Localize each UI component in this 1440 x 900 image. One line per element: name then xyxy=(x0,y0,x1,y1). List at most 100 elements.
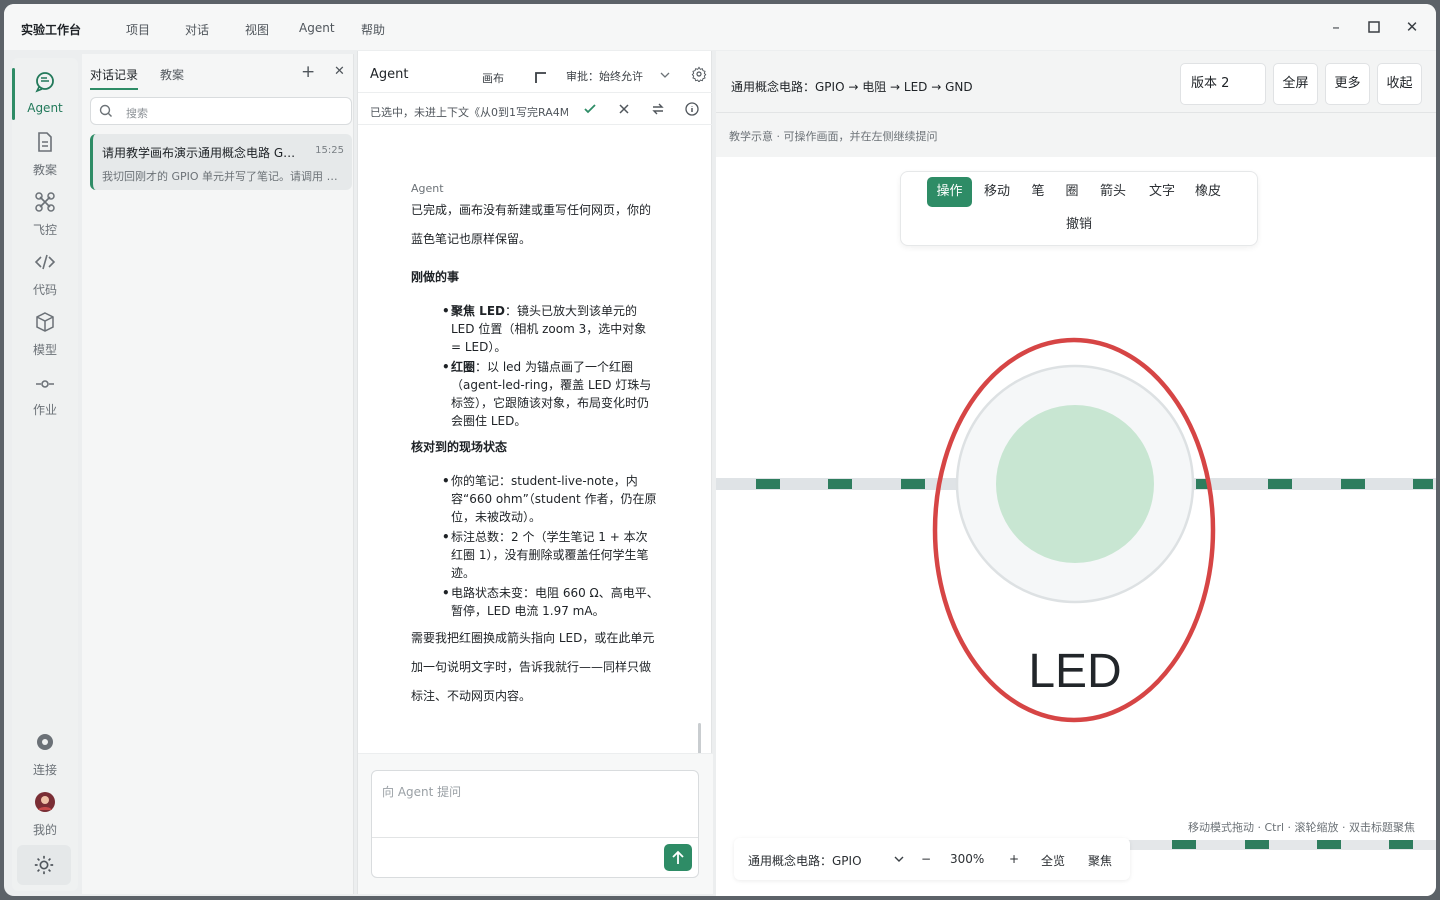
tool-arrow[interactable]: 箭头 xyxy=(1095,177,1131,207)
list-item: 红圈：以 led 为锚点画了一个红圈（agent-led-ring，覆盖 LED… xyxy=(442,358,659,430)
section-heading: 核对到的现场状态 xyxy=(411,440,508,454)
rail-item-homework[interactable]: 作业 xyxy=(12,362,78,418)
rail-item-model[interactable]: 模型 xyxy=(12,302,78,358)
corner-icon[interactable] xyxy=(534,70,548,84)
rail-label: 模型 xyxy=(32,343,57,357)
zoom-level: 300% xyxy=(950,852,985,866)
circuit-canvas[interactable]: LED xyxy=(716,157,1436,896)
agent-header: Agent 画布 审批：始终允许 xyxy=(358,51,713,93)
rail-item-agent[interactable]: Agent xyxy=(12,62,78,120)
rail-item-flight[interactable]: 飞控 xyxy=(12,182,78,238)
chat-bubble-icon xyxy=(35,72,54,93)
fullscreen-button[interactable]: 全屏 xyxy=(1273,63,1318,105)
swap-icon[interactable] xyxy=(651,102,665,116)
list-item: 标注总数：2 个（学生笔记 1 + 本次红圈 1），没有删除或覆盖任何学生笔迹。 xyxy=(442,528,659,582)
bullet-list: 你的笔记：student-live-note，内容“660 ohm”（stude… xyxy=(411,472,659,620)
drone-icon xyxy=(35,192,55,212)
rail-label: Agent xyxy=(27,101,63,115)
zoom-out-button[interactable]: − xyxy=(921,852,931,866)
conversation-title: 请用教学画布演示通用概念电路 GPIO → 电阻 → LED → GND xyxy=(102,146,302,160)
maximize-icon[interactable] xyxy=(1364,17,1384,37)
section-heading: 刚做的事 xyxy=(411,270,460,284)
fit-view-button[interactable]: 全览 xyxy=(1041,852,1065,869)
tool-pen[interactable]: 笔 xyxy=(1025,177,1051,207)
add-icon[interactable]: + xyxy=(301,62,315,82)
left-rail: Agent 教案 飞控 代码 模型 作业 连接 我的 xyxy=(12,58,78,891)
wire-bottom xyxy=(1120,840,1436,850)
info-icon[interactable] xyxy=(685,102,699,116)
chevron-down-icon[interactable] xyxy=(660,70,670,80)
prompt-input[interactable]: 向 Agent 提问 xyxy=(371,770,699,878)
version-select[interactable]: 版本 2 xyxy=(1180,63,1266,105)
selection-text: 已选中，未进上下文《从0到1写完RA4M2》 xyxy=(370,106,568,119)
agent-message: 已完成，画布没有新建或重写任何网页，你的蓝色笔记也原样保留。 刚做的事 聚焦 L… xyxy=(411,196,659,711)
search-input[interactable]: 搜索 xyxy=(90,97,352,125)
message-outro: 需要我把红圈换成箭头指向 LED，或在此单元加一句说明文字时，告诉我就行——同样… xyxy=(411,631,655,703)
rail-item-connect[interactable]: 连接 xyxy=(12,722,78,778)
message-author: Agent xyxy=(411,182,444,195)
send-button[interactable] xyxy=(664,844,692,871)
zoom-in-button[interactable]: + xyxy=(1009,852,1019,866)
bullet-list: 聚焦 LED：镜头已放大到该单元的 LED 位置（相机 zoom 3，选中对象 … xyxy=(411,302,659,430)
collapse-button[interactable]: 收起 xyxy=(1377,63,1422,105)
message-intro: 已完成，画布没有新建或重写任何网页，你的蓝色笔记也原样保留。 xyxy=(411,203,652,246)
close-icon[interactable] xyxy=(617,102,631,116)
conversation-snippet: 我切回刚才的 GPIO 单元并写了笔记。请调用 canvas 工具 xyxy=(102,170,342,183)
close-icon[interactable]: ✕ xyxy=(1402,17,1422,37)
menu-chat[interactable]: 对话 xyxy=(185,21,209,38)
rail-item-me[interactable]: 我的 xyxy=(12,782,78,838)
list-item[interactable]: 请用教学画布演示通用概念电路 GPIO → 电阻 → LED → GND 15:… xyxy=(90,134,352,190)
selection-bar: 已选中，未进上下文《从0到1写完RA4M2》 xyxy=(358,93,713,125)
rail-item-code[interactable]: 代码 xyxy=(12,242,78,298)
app-title: 实验工作台 xyxy=(21,23,82,37)
menu-view[interactable]: 视图 xyxy=(245,21,269,38)
canvas-stage[interactable]: LED xyxy=(716,157,1436,896)
composer: 向 Agent 提问 xyxy=(358,753,713,894)
rail-label: 教案 xyxy=(32,163,57,177)
rail-label: 连接 xyxy=(32,763,57,777)
focus-button[interactable]: 聚焦 xyxy=(1088,852,1112,869)
canvas-subtitle-bar: 教学示意 · 可操作画面，并在左侧继续提问 xyxy=(716,113,1436,157)
arrow-up-icon xyxy=(672,850,684,864)
scene-select[interactable]: 通用概念电路：GPIO xyxy=(748,852,862,869)
agent-panel: Agent 画布 审批：始终允许 已选中，未进上下文《从0到1写完RA4M2》 … xyxy=(357,51,713,894)
close-panel-icon[interactable]: ✕ xyxy=(334,64,345,79)
menu-help[interactable]: 帮助 xyxy=(361,21,385,38)
more-button[interactable]: 更多 xyxy=(1325,63,1370,105)
dot-line-icon xyxy=(36,380,54,388)
minimize-icon[interactable]: – xyxy=(1326,17,1346,37)
led-bulb[interactable] xyxy=(996,405,1154,563)
annotation-toolbar: 操作 移动 笔 圈 箭头 文字 橡皮 撤销 xyxy=(900,171,1258,246)
canvas-subtitle: 教学示意 · 可操作画面，并在左侧继续提问 xyxy=(729,130,938,143)
canvas-panel: 通用概念电路：GPIO → 电阻 → LED → GND 版本 2 全屏 更多 … xyxy=(716,51,1436,896)
tool-move[interactable]: 移动 xyxy=(979,177,1015,207)
canvas-bottom-bar: 通用概念电路：GPIO − 300% + 全览 聚焦 xyxy=(734,838,1130,880)
tool-undo[interactable]: 撤销 xyxy=(1061,210,1097,240)
rail-label: 代码 xyxy=(32,283,57,297)
led-label: LED xyxy=(1028,645,1121,698)
list-item: 聚焦 LED：镜头已放大到该单元的 LED 位置（相机 zoom 3，选中对象 … xyxy=(442,302,659,356)
tool-circle[interactable]: 圈 xyxy=(1059,177,1085,207)
settings-icon[interactable] xyxy=(691,66,707,82)
tab-chat-history[interactable]: 对话记录 xyxy=(90,66,139,90)
search-icon xyxy=(99,104,112,117)
menu-agent[interactable]: Agent xyxy=(299,21,335,35)
tool-eraser[interactable]: 橡皮 xyxy=(1190,177,1226,207)
approval-select[interactable]: 审批：始终允许 xyxy=(566,68,643,84)
avatar xyxy=(35,792,55,812)
app-window: 实验工作台 项目 对话 视图 Agent 帮助 – ✕ Agent 教案 飞控 … xyxy=(4,4,1436,896)
gear-icon xyxy=(37,734,53,750)
rail-label: 我的 xyxy=(32,823,57,837)
rail-item-lesson[interactable]: 教案 xyxy=(12,122,78,178)
chevron-down-icon[interactable] xyxy=(894,854,904,864)
canvas-header: 通用概念电路：GPIO → 电阻 → LED → GND 版本 2 全屏 更多 … xyxy=(716,51,1436,113)
tool-text[interactable]: 文字 xyxy=(1144,177,1180,207)
theme-toggle-button[interactable] xyxy=(17,845,71,885)
menu-project[interactable]: 项目 xyxy=(126,21,150,38)
tool-operate[interactable]: 操作 xyxy=(927,177,972,207)
tab-lessons[interactable]: 教案 xyxy=(160,66,184,83)
tab-canvas[interactable]: 画布 xyxy=(482,70,504,86)
cube-icon xyxy=(36,312,54,332)
conversation-time: 15:25 xyxy=(315,145,344,156)
check-icon[interactable] xyxy=(583,102,597,116)
